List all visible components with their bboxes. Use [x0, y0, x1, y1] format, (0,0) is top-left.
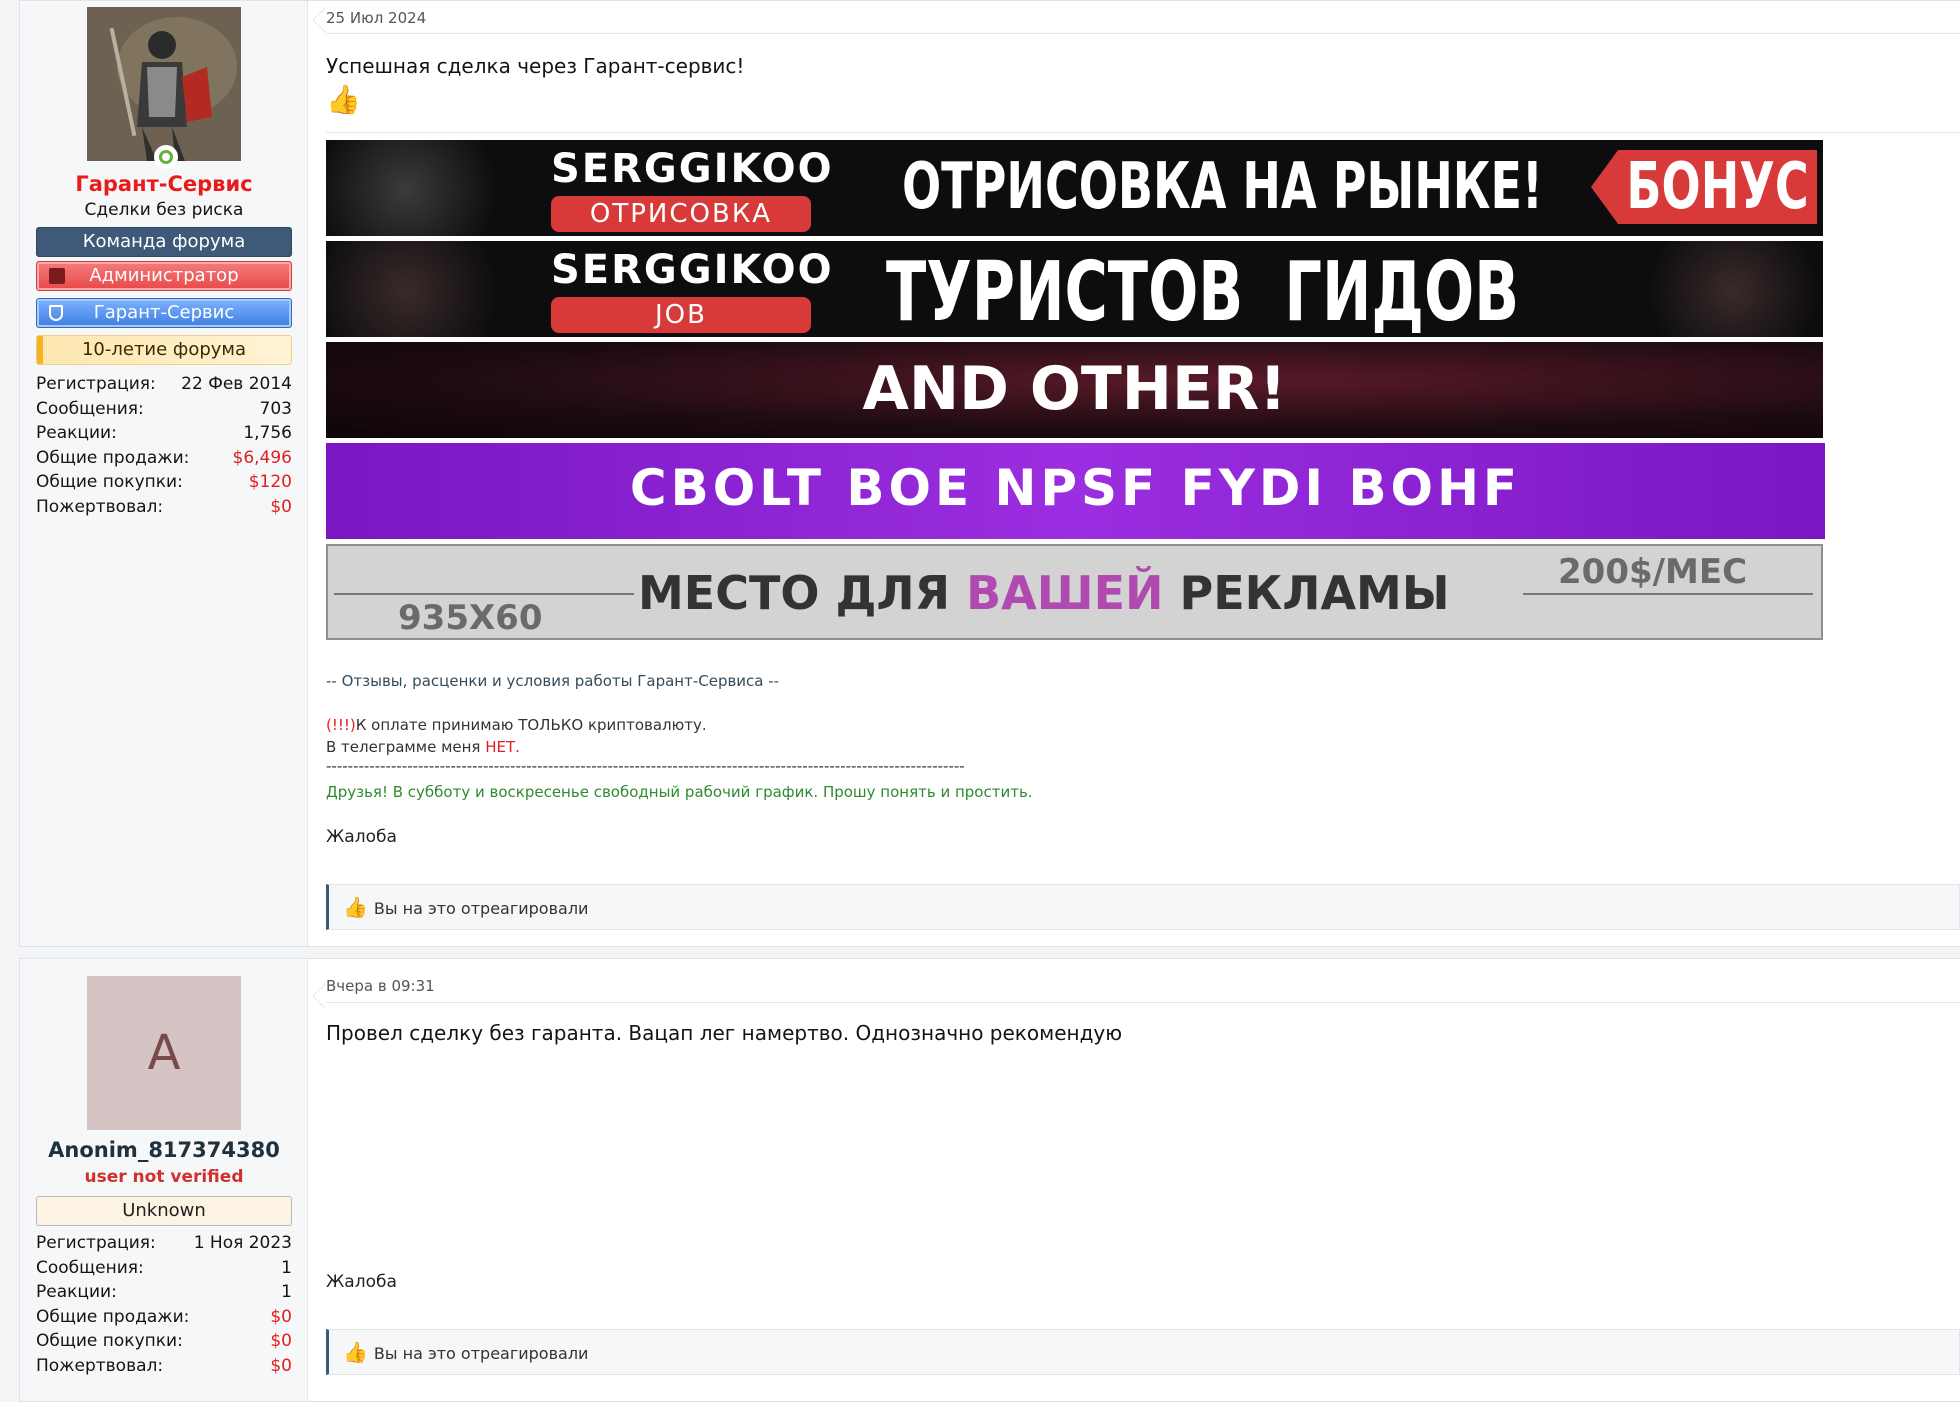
knight-avatar-icon: [87, 7, 241, 161]
user-stats: Регистрация: 22 Фев 2014 Сообщения: 703 Ре…: [36, 372, 292, 520]
user-title: Сделки без риска: [84, 200, 244, 220]
stat-row: Общие продажи: $6,496: [36, 447, 292, 468]
banner-bonus: БОНУС: [1591, 150, 1817, 224]
user-stats: Регистрация: 1 Ноя 2023 Сообщения: 1 Реакц…: [36, 1231, 292, 1379]
stat-row: Регистрация: 1 Ноя 2023: [36, 1233, 292, 1253]
badge-team: Команда форума: [36, 227, 292, 257]
badge-unknown: Unknown: [36, 1196, 292, 1226]
stat-row: Реакции: 1: [36, 1282, 292, 1303]
banner-and-other[interactable]: AND OTHER!: [326, 342, 1823, 438]
banner-purple[interactable]: CBOLT BOE NPSF FYDI BOHF: [326, 443, 1825, 539]
stat-row: Общие покупки: $0: [36, 1331, 292, 1352]
banner-tag: ОТРИСОВКА: [551, 196, 811, 232]
reactions-text: Вы на это отреагировали: [373, 899, 589, 918]
post-date[interactable]: 25 Июл 2024: [326, 9, 426, 27]
reactions-text: Вы на это отреагировали: [373, 1344, 589, 1363]
thumbs-up-icon: 👍: [343, 895, 368, 919]
sig-payment: (!!!)К оплате принимаю ТОЛЬКО криптовалю…: [326, 716, 707, 734]
post-date[interactable]: Вчера в 09:31: [326, 977, 435, 995]
divider: [326, 1002, 1960, 1003]
ad-text: МЕСТО ДЛЯ ВАШЕЙ РЕКЛАМЫ: [638, 566, 1450, 620]
sig-dashes: ----------------------------------------…: [326, 757, 965, 775]
report-link[interactable]: Жалоба: [326, 1272, 397, 1292]
reactions-bar[interactable]: 👍 Вы на это отреагировали: [326, 1329, 1960, 1375]
sig-reviews-link[interactable]: -- Отзывы, расценки и условия работы Гар…: [326, 672, 779, 690]
ad-price: 200$/MEC: [1558, 552, 1748, 592]
banner-serggikoo-job[interactable]: SERGGIKOO JOB ТУРИСТОВ ГИДОВ: [326, 241, 1823, 337]
user-title: user not verified: [84, 1167, 244, 1187]
sig-telegram: В телеграмме меня НЕТ.: [326, 738, 520, 756]
username[interactable]: Гарант-Сервис: [20, 172, 308, 196]
thumbs-up-icon: 👍: [343, 1340, 368, 1364]
post-body: Вчера в 09:31 Провел сделку без гаранта.…: [312, 959, 1960, 1401]
banner-text: ОТРИСОВКА НА РЫНКЕ! +: [902, 150, 1543, 236]
banner-tag: JOB: [551, 297, 811, 333]
line-decoration: [334, 593, 634, 595]
post: A Anonim_817374380 user not verified Unk…: [19, 958, 1960, 1402]
lion-image: [326, 140, 526, 236]
banner-brand: SERGGIKOO: [551, 146, 834, 192]
message-text: Провел сделку без гаранта. Вацап лег нам…: [326, 1021, 1123, 1045]
stat-row: Реакции: 1,756: [36, 423, 292, 444]
badge-guarant: Гарант-Сервис: [36, 298, 292, 328]
user-sidebar: A Anonim_817374380 user not verified Unk…: [20, 959, 308, 1401]
shield-icon: [49, 305, 63, 321]
stat-row: Регистрация: 22 Фев 2014: [36, 374, 292, 394]
post: Гарант-Сервис Сделки без риска Команда ф…: [19, 0, 1960, 947]
badge-anniversary: 10-летие форума: [36, 335, 292, 365]
thumbs-up-emoji: 👍: [326, 83, 361, 116]
badge-label: Гарант-Сервис: [93, 302, 235, 323]
avatar[interactable]: [87, 7, 241, 161]
stat-row: Пожертвовал: $0: [36, 496, 292, 517]
banner-text: CBOLT BOE NPSF FYDI BOHF: [629, 459, 1522, 517]
stat-row: Пожертвовал: $0: [36, 1355, 292, 1376]
banner-brand: SERGGIKOO: [551, 247, 834, 293]
stat-row: Сообщения: 703: [36, 398, 292, 419]
post-body: 25 Июл 2024 Успешная сделка через Гарант…: [312, 1, 1960, 946]
message-text: Успешная сделка через Гарант-сервис!: [326, 54, 745, 78]
admin-icon: [49, 268, 65, 284]
divider: [326, 33, 1960, 34]
banner-serggikoo-drawing[interactable]: SERGGIKOO ОТРИСОВКА ОТРИСОВКА НА РЫНКЕ! …: [326, 140, 1823, 236]
avatar[interactable]: A: [87, 976, 241, 1130]
user-sidebar: Гарант-Сервис Сделки без риска Команда ф…: [20, 1, 308, 946]
report-link[interactable]: Жалоба: [326, 827, 397, 847]
reactions-bar[interactable]: 👍 Вы на это отреагировали: [326, 884, 1960, 930]
lion-image: [326, 241, 526, 337]
badge-admin: Администратор: [36, 261, 292, 291]
banner-text: ТУРИСТОВ ГИДОВ: [886, 245, 1520, 337]
online-status-icon: [154, 145, 178, 169]
divider: [326, 132, 1960, 133]
sig-schedule: Друзья! В субботу и воскресенье свободны…: [326, 783, 1033, 801]
lion-image: [1623, 241, 1823, 337]
username[interactable]: Anonim_817374380: [20, 1138, 308, 1162]
line-decoration: [1523, 593, 1813, 595]
badge-label: Администратор: [89, 265, 239, 286]
ad-size: 935X60: [398, 598, 543, 638]
stat-row: Сообщения: 1: [36, 1257, 292, 1278]
stat-row: Общие продажи: $0: [36, 1306, 292, 1327]
stat-row: Общие покупки: $120: [36, 472, 292, 493]
banner-ad-placeholder[interactable]: 935X60 МЕСТО ДЛЯ ВАШЕЙ РЕКЛАМЫ 200$/MEC: [326, 544, 1823, 640]
banner-text: AND OTHER!: [862, 354, 1287, 424]
